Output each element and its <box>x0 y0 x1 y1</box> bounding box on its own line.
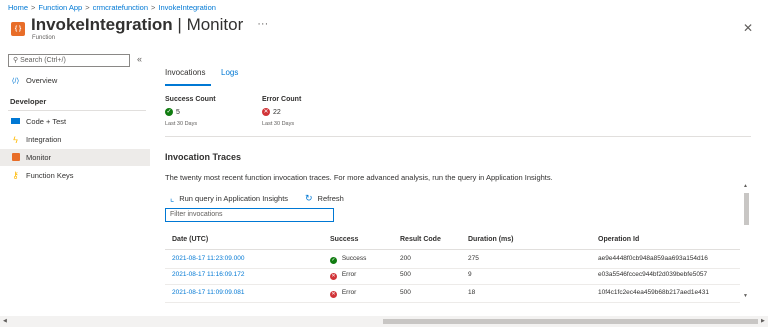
error-x-icon: ✕ <box>330 273 337 280</box>
success-check-icon: ✓ <box>330 257 337 264</box>
row-date-link[interactable]: 2021-08-17 11:23:09.000 <box>172 255 245 262</box>
scroll-up-icon[interactable]: ▲ <box>743 183 748 189</box>
breadcrumb-separator: > <box>31 3 36 12</box>
row-success: ✓ Success <box>330 255 366 264</box>
chart-icon: ⌞ <box>170 193 175 203</box>
sidebar-item-label: Code + Test <box>26 117 67 126</box>
sidebar-search-input[interactable]: ⚲ Search (Ctrl+/) <box>8 54 130 67</box>
breadcrumb-home[interactable]: Home <box>8 3 28 12</box>
horizontal-scroll-thumb[interactable] <box>383 319 758 324</box>
row-result-code: 200 <box>400 255 411 262</box>
sidebar-item-label: Overview <box>26 76 58 85</box>
success-count-value: ✓ 5 <box>165 108 180 116</box>
close-icon[interactable]: ✕ <box>743 21 753 35</box>
page-subtitle: Function <box>32 35 56 41</box>
sidebar-item-integration[interactable]: ϟ Integration <box>0 131 150 148</box>
sidebar-item-label: Monitor <box>26 153 52 162</box>
function-name: InvokeIntegration <box>31 15 173 34</box>
row-operation-id: 10f4c1fc2ec4ea459b68b217aed1e431 <box>598 289 709 296</box>
row-duration: 18 <box>468 289 476 296</box>
invocation-traces-heading: Invocation Traces <box>165 152 242 162</box>
collapse-sidebar-icon[interactable]: « <box>137 54 142 64</box>
breadcrumb-separator: > <box>151 3 156 12</box>
success-check-icon: ✓ <box>165 108 173 116</box>
divider <box>165 136 751 137</box>
tab-logs[interactable]: Logs <box>221 68 238 77</box>
error-x-icon: ✕ <box>262 108 270 116</box>
row-success-label: Error <box>341 289 357 296</box>
column-header-success[interactable]: Success <box>330 236 358 243</box>
page-name: Monitor <box>186 15 244 34</box>
scroll-right-icon[interactable]: ▶ <box>761 318 765 324</box>
function-icon: { } <box>11 22 25 36</box>
row-success-label: Error <box>341 271 357 278</box>
lightning-icon: ϟ <box>13 134 18 145</box>
column-header-duration[interactable]: Duration (ms) <box>468 236 514 243</box>
error-count-number: 22 <box>273 108 281 116</box>
key-icon: ⚷ <box>12 170 19 180</box>
table-row: 2021-08-17 11:16:09.172 ✕ Error 500 9 e0… <box>165 266 740 285</box>
run-query-label: Run query in Application Insights <box>179 194 289 203</box>
breadcrumb: Home > Function App > crmcratefunction > Invok… <box>8 3 216 12</box>
title-separator: | <box>172 15 187 34</box>
row-duration: 9 <box>468 271 472 278</box>
overview-icon: ⟨/⟩ <box>11 77 20 85</box>
column-header-result-code[interactable]: Result Code <box>400 236 441 243</box>
tab-invocations[interactable]: Invocations <box>165 68 205 77</box>
refresh-icon: ↻ <box>305 193 313 203</box>
scroll-left-icon[interactable]: ◀ <box>3 318 7 324</box>
sidebar-item-monitor[interactable]: Monitor <box>0 149 150 166</box>
error-count-label: Error Count <box>262 96 302 103</box>
run-query-button[interactable]: ⌞ Run query in Application Insights <box>170 193 288 204</box>
error-x-icon: ✕ <box>330 291 337 298</box>
breadcrumb-invokeintegration[interactable]: InvokeIntegration <box>158 3 216 12</box>
breadcrumb-crmcratefunction[interactable]: crmcratefunction <box>93 3 148 12</box>
sidebar-item-function-keys[interactable]: ⚷ Function Keys <box>0 167 150 184</box>
error-count-period: Last 30 Days <box>262 121 295 127</box>
row-success-label: Success <box>341 255 367 262</box>
row-success: ✕ Error <box>330 289 356 298</box>
active-tab-indicator <box>165 84 211 86</box>
sidebar-divider <box>8 110 146 111</box>
vertical-scrollbar[interactable]: ▲ ▼ <box>742 183 750 301</box>
success-count-number: 5 <box>176 108 180 116</box>
row-operation-id: ae9e4448f0cb948a859aa693a154d16 <box>598 255 708 262</box>
row-operation-id: e03a5546fccec944bf2d039bebfe5057 <box>598 271 708 278</box>
vertical-scroll-thumb[interactable] <box>744 193 749 225</box>
row-date-link[interactable]: 2021-08-17 11:09:09.081 <box>172 289 245 296</box>
search-icon: ⚲ <box>13 57 19 64</box>
more-actions-icon[interactable]: ··· <box>257 18 268 30</box>
sidebar-item-label: Integration <box>26 135 62 144</box>
sidebar-item-overview[interactable]: ⟨/⟩ Overview <box>0 72 150 89</box>
table-row: 2021-08-17 11:09:09.081 ✕ Error 500 18 1… <box>165 284 740 303</box>
refresh-label: Refresh <box>317 194 344 203</box>
success-count-period: Last 30 Days <box>165 121 198 127</box>
row-result-code: 500 <box>400 271 411 278</box>
breadcrumb-separator: > <box>85 3 90 12</box>
monitor-icon <box>11 152 20 163</box>
code-icon <box>11 117 20 126</box>
row-duration: 275 <box>468 255 479 262</box>
scroll-down-icon[interactable]: ▼ <box>743 293 748 299</box>
filter-invocations-input[interactable]: Filter invocations <box>165 208 334 222</box>
row-success: ✕ Error <box>330 271 356 280</box>
sidebar-item-code-test[interactable]: Code + Test <box>0 113 150 130</box>
search-placeholder: Search (Ctrl+/) <box>20 57 66 64</box>
row-result-code: 500 <box>400 289 411 296</box>
sidebar-item-label: Function Keys <box>26 171 74 180</box>
sidebar-section-developer: Developer <box>10 97 47 106</box>
error-count-value: ✕ 22 <box>262 108 281 116</box>
column-header-operation-id[interactable]: Operation Id <box>598 236 639 243</box>
invocation-traces-description: The twenty most recent function invocati… <box>165 173 553 182</box>
column-header-date[interactable]: Date (UTC) <box>172 236 208 243</box>
row-date-link[interactable]: 2021-08-17 11:16:09.172 <box>172 271 245 278</box>
success-count-label: Success Count <box>165 96 216 103</box>
breadcrumb-function-app[interactable]: Function App <box>38 3 82 12</box>
page-title: InvokeIntegration | Monitor ··· <box>31 15 268 35</box>
refresh-button[interactable]: ↻ Refresh <box>305 193 344 204</box>
horizontal-scrollbar[interactable]: ◀ ▶ <box>0 316 768 327</box>
